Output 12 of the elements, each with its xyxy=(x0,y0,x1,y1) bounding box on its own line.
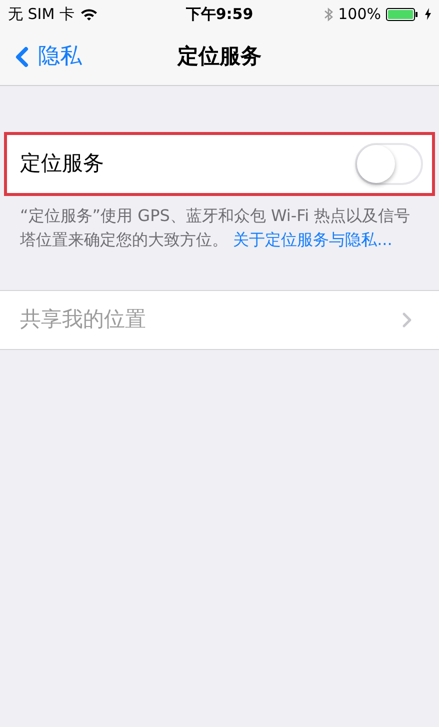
back-button[interactable]: 隐私 xyxy=(0,40,82,73)
privacy-link[interactable]: 关于定位服务与隐私... xyxy=(233,230,392,249)
battery-icon xyxy=(386,8,420,20)
wifi-icon xyxy=(80,8,98,20)
share-location-label: 共享我的位置 xyxy=(20,306,146,334)
clock-text: 下午9:59 xyxy=(186,4,254,25)
location-toggle[interactable] xyxy=(355,143,423,185)
page-title: 定位服务 xyxy=(178,42,262,70)
battery-percent: 100% xyxy=(338,4,381,25)
carrier-text: 无 SIM 卡 xyxy=(8,4,74,25)
location-description: “定位服务”使用 GPS、蓝牙和众包 Wi-Fi 热点以及信号塔位置来确定您的大致方位。 关于定位服务与隐私... xyxy=(19,205,412,251)
location-services-label: 定位服务 xyxy=(19,150,104,178)
